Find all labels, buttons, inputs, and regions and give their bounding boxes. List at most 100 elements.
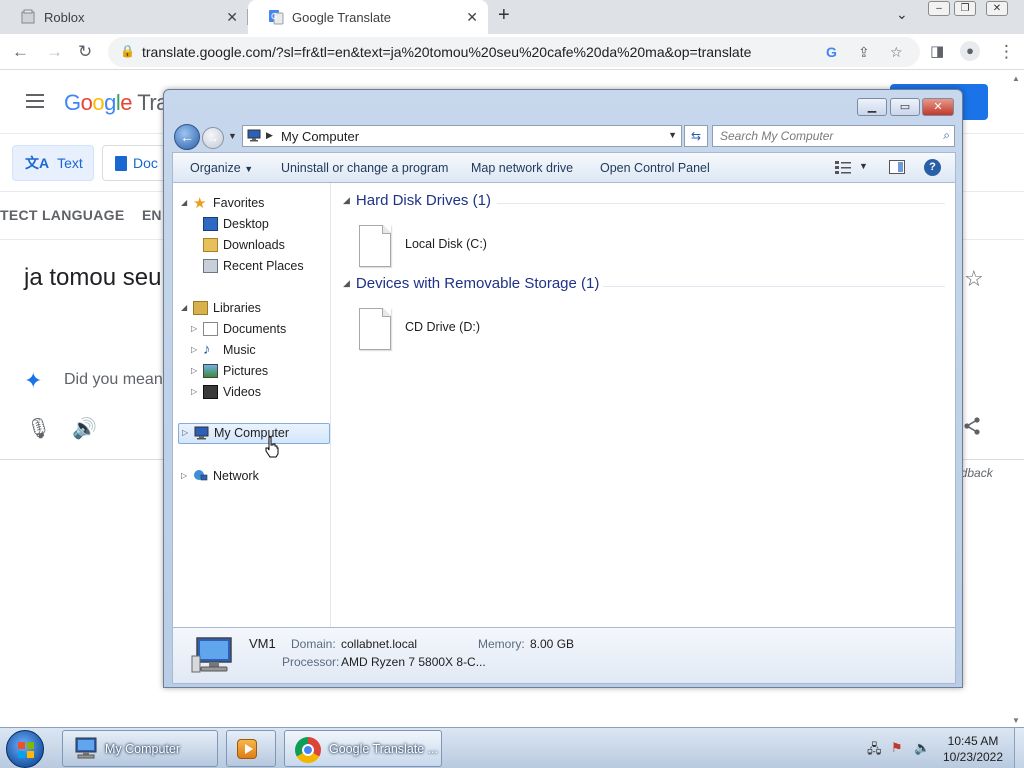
star-icon[interactable]: ☆ xyxy=(890,44,903,61)
search-icon[interactable]: ⌕ xyxy=(943,128,950,143)
nav-my-computer[interactable]: ▷ My Computer xyxy=(178,423,330,444)
nav-music[interactable]: ▷ ♪ Music xyxy=(191,341,321,361)
change-view-icon[interactable] xyxy=(835,160,851,174)
collapse-arrow-icon[interactable]: ◢ xyxy=(181,198,187,207)
refresh-button[interactable]: ⇆ xyxy=(684,125,708,147)
collapse-arrow-icon[interactable]: ◢ xyxy=(181,303,187,312)
breadcrumb-my-computer[interactable]: My Computer xyxy=(281,129,359,144)
help-icon[interactable]: ? xyxy=(924,159,941,176)
back-button[interactable]: ← xyxy=(174,124,200,150)
recent-pages-dropdown[interactable]: ▼ xyxy=(228,131,237,141)
menu-dots-icon[interactable]: ⋮ xyxy=(998,42,1015,62)
share-icon[interactable]: ⇪ xyxy=(858,44,870,61)
google-lens-icon[interactable]: G xyxy=(826,44,837,60)
browser-tab-strip: Roblox ✕ G Google Translate ✕ + ⌄ – ❐ ✕ xyxy=(0,0,1024,34)
preview-pane-icon[interactable] xyxy=(889,160,905,174)
clock-date[interactable]: 10/23/2022 xyxy=(936,750,1010,764)
drive-icon xyxy=(359,308,391,350)
address-bar[interactable]: 🔒 translate.google.com/?sl=fr&tl=en&text… xyxy=(108,37,920,67)
show-desktop-button[interactable] xyxy=(1014,728,1024,768)
chevron-down-icon: ▼ xyxy=(244,164,254,174)
volume-icon[interactable]: 🔈 xyxy=(914,740,930,756)
scroll-down-arrow-icon[interactable]: ▼ xyxy=(1012,716,1020,725)
nav-network[interactable]: ▷ Network xyxy=(181,467,321,487)
scroll-up-arrow-icon[interactable]: ▲ xyxy=(1012,74,1020,83)
taskbar-google-translate[interactable]: Google Translate ... xyxy=(284,730,442,767)
side-panel-icon[interactable]: ◨ xyxy=(930,42,944,60)
uninstall-program-button[interactable]: Uninstall or change a program xyxy=(281,161,448,175)
explorer-address-bar[interactable]: ▶ My Computer ▼ xyxy=(242,125,682,147)
reload-icon[interactable]: ↻ xyxy=(78,42,92,62)
speaker-icon[interactable]: 🔊 xyxy=(72,416,97,441)
google-logo[interactable]: Google Tra xyxy=(64,90,168,116)
url-text[interactable]: translate.google.com/?sl=fr&tl=en&text=j… xyxy=(142,44,751,60)
start-button[interactable] xyxy=(6,730,44,768)
taskbar: My Computer Google Translate ... 🖧 ⚑ 🔈 1… xyxy=(0,727,1024,768)
new-tab-icon[interactable]: + xyxy=(498,4,510,27)
expand-arrow-icon[interactable]: ▷ xyxy=(191,324,197,333)
computer-icon xyxy=(247,129,261,142)
clock-time[interactable]: 10:45 AM xyxy=(936,734,1010,748)
nav-libraries[interactable]: ◢ Libraries xyxy=(181,299,321,319)
expand-arrow-icon[interactable]: ▷ xyxy=(191,366,197,375)
tab-roblox[interactable]: Roblox ✕ xyxy=(0,0,248,34)
tab-google-translate[interactable]: G Google Translate ✕ xyxy=(248,0,488,34)
explorer-window: ▁ ▭ ✕ ← → ▼ ▶ My Computer ▼ ⇆ ⌕ Organize… xyxy=(163,89,963,688)
close-button[interactable]: ✕ xyxy=(922,98,954,116)
back-arrow-icon[interactable]: ← xyxy=(12,42,29,62)
nav-downloads[interactable]: Downloads xyxy=(201,236,321,256)
maximize-icon[interactable]: ▭ xyxy=(890,98,920,116)
text-mode-button[interactable]: 文A Text xyxy=(12,145,94,181)
nav-favorites[interactable]: ◢ ★ Favorites xyxy=(181,194,321,214)
close-icon[interactable]: ✕ xyxy=(466,9,478,25)
expand-arrow-icon[interactable]: ▷ xyxy=(181,471,187,480)
view-options-dropdown-icon[interactable]: ▼ xyxy=(859,161,868,171)
organize-label: Organize xyxy=(190,161,241,175)
nav-desktop[interactable]: Desktop xyxy=(201,215,321,235)
network-tray-icon[interactable]: 🖧 xyxy=(867,740,882,762)
collapse-arrow-icon[interactable]: ◢ xyxy=(343,278,350,288)
explorer-navigation-bar: ← → ▼ ▶ My Computer ▼ ⇆ ⌕ xyxy=(172,124,956,150)
drive-label: CD Drive (D:) xyxy=(405,320,480,334)
nav-pictures[interactable]: ▷ Pictures xyxy=(191,362,321,382)
hamburger-menu-icon[interactable] xyxy=(26,94,44,112)
expand-arrow-icon[interactable]: ▷ xyxy=(191,345,197,354)
group-header-removable-storage[interactable]: ◢ Devices with Removable Storage (1) xyxy=(343,275,599,292)
map-network-drive-button[interactable]: Map network drive xyxy=(471,161,573,175)
taskbar-media-player[interactable] xyxy=(226,730,276,767)
microphone-icon[interactable]: 🎙 xyxy=(26,416,51,441)
minimize-icon[interactable]: ▁ xyxy=(857,98,887,116)
nav-recent-places[interactable]: Recent Places xyxy=(201,257,321,277)
english-language-tab[interactable]: EN xyxy=(142,207,161,223)
expand-arrow-icon[interactable]: ▷ xyxy=(191,387,197,396)
collapse-arrow-icon[interactable]: ◢ xyxy=(343,195,350,205)
share-icon[interactable] xyxy=(962,416,982,442)
close-icon[interactable]: ✕ xyxy=(986,1,1008,16)
source-text[interactable]: ja tomou seu xyxy=(24,264,161,292)
forward-button[interactable]: → xyxy=(202,127,224,149)
chevron-down-icon[interactable]: ⌄ xyxy=(896,6,908,23)
search-input[interactable] xyxy=(713,126,933,146)
nav-videos[interactable]: ▷ Videos xyxy=(191,383,321,403)
close-icon[interactable]: ✕ xyxy=(226,9,238,25)
profile-icon[interactable]: ● xyxy=(960,41,980,61)
star-icon[interactable]: ☆ xyxy=(964,266,984,292)
open-control-panel-button[interactable]: Open Control Panel xyxy=(600,161,710,175)
detect-language-tab[interactable]: TECT LANGUAGE xyxy=(0,207,124,223)
minimize-icon[interactable]: – xyxy=(928,1,950,16)
drive-cd-drive-d[interactable]: CD Drive (D:) xyxy=(359,308,519,354)
address-dropdown-icon[interactable]: ▼ xyxy=(668,130,677,140)
search-box[interactable]: ⌕ xyxy=(712,125,955,147)
restore-icon[interactable]: ❐ xyxy=(954,1,976,16)
forward-arrow-icon[interactable]: → xyxy=(46,42,63,62)
drive-local-disk-c[interactable]: Local Disk (C:) xyxy=(359,225,519,271)
did-you-mean-label: Did you mean: xyxy=(64,371,168,388)
taskbar-my-computer[interactable]: My Computer xyxy=(62,730,218,767)
expand-arrow-icon[interactable]: ▷ xyxy=(182,428,188,437)
group-header-hard-disk-drives[interactable]: ◢ Hard Disk Drives (1) xyxy=(343,192,491,209)
nav-documents[interactable]: ▷ Documents xyxy=(191,320,321,340)
breadcrumb-arrow-icon[interactable]: ▶ xyxy=(266,130,273,141)
action-center-flag-icon[interactable]: ⚑ xyxy=(891,740,903,756)
organize-menu[interactable]: Organize ▼ xyxy=(190,161,253,175)
translate-icon: 文A xyxy=(25,155,50,171)
